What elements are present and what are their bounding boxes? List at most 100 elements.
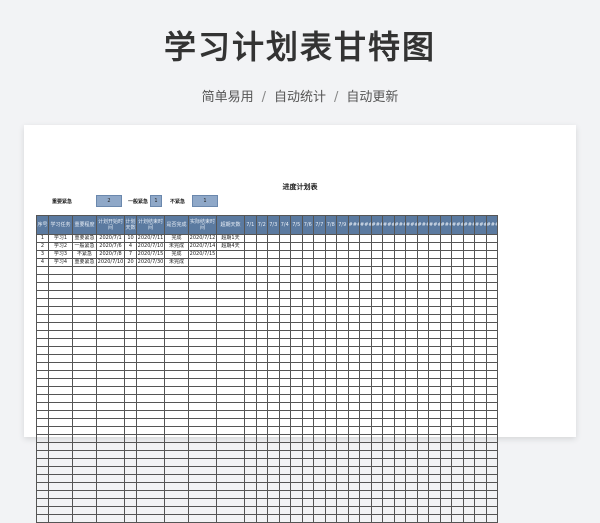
table-cell (405, 490, 418, 499)
table-cell (313, 250, 326, 259)
table-cell (48, 474, 73, 483)
table-cell (188, 346, 217, 355)
table-cell (313, 370, 326, 379)
table-cell (416, 466, 429, 475)
table-row (36, 322, 498, 331)
table-cell (370, 370, 383, 379)
table-cell (255, 266, 268, 275)
table-cell (451, 426, 464, 435)
table-cell (324, 330, 337, 339)
table-cell (255, 418, 268, 427)
table-cell (393, 418, 406, 427)
table-cell (451, 250, 464, 259)
table-cell (301, 258, 314, 267)
table-cell (313, 234, 326, 243)
table-cell (290, 234, 303, 243)
table-cell (216, 346, 245, 355)
table-cell (278, 290, 291, 299)
table-cell (216, 482, 245, 491)
table-cell (370, 362, 383, 371)
table-cell (255, 506, 268, 515)
table-cell (48, 466, 73, 475)
table-cell (313, 394, 326, 403)
table-cell (324, 362, 337, 371)
spreadsheet-preview: 进度计划表 重要紧急 2 一般紧急 1 不紧急 1 序号 学习任务 重要程度 计划开始… (24, 125, 576, 523)
table-cell (72, 506, 97, 515)
table-cell (359, 490, 372, 499)
table-cell (216, 402, 245, 411)
table-cell (382, 346, 395, 355)
table-cell (278, 394, 291, 403)
table-cell (188, 274, 217, 283)
table-cell (216, 410, 245, 419)
table-cell (216, 418, 245, 427)
table-cell (347, 330, 360, 339)
table-cell (313, 410, 326, 419)
table-cell (370, 354, 383, 363)
table-cell (336, 378, 349, 387)
table-cell (290, 434, 303, 443)
table-row (36, 442, 498, 451)
table-cell (290, 418, 303, 427)
table-cell (347, 418, 360, 427)
table-cell (451, 418, 464, 427)
table-cell (462, 514, 475, 523)
table-cell (313, 266, 326, 275)
table-cell (290, 474, 303, 483)
table-cell (405, 330, 418, 339)
table-cell (96, 274, 125, 283)
table-cell (278, 402, 291, 411)
table-cell (347, 338, 360, 347)
table-cell (439, 306, 452, 315)
table-cell (244, 258, 257, 267)
table-cell (72, 322, 97, 331)
table-cell (255, 434, 268, 443)
table-cell (393, 250, 406, 259)
table-cell (136, 514, 165, 523)
table-cell (36, 434, 49, 443)
table-cell (313, 354, 326, 363)
table-cell (474, 450, 487, 459)
table-cell (290, 362, 303, 371)
table-cell: 未完成 (164, 258, 189, 267)
table-cell (244, 442, 257, 451)
date-column-header: ### (462, 215, 475, 235)
table-cell (393, 346, 406, 355)
table-cell (36, 402, 49, 411)
table-cell (347, 258, 360, 267)
table-cell (244, 250, 257, 259)
table-cell (72, 474, 97, 483)
table-cell (267, 402, 280, 411)
table-cell: 超期4天 (216, 242, 245, 251)
table-cell (278, 298, 291, 307)
table-row (36, 514, 498, 523)
table-cell (301, 346, 314, 355)
table-cell (255, 354, 268, 363)
table-cell (428, 290, 441, 299)
table-cell (244, 362, 257, 371)
table-cell (359, 306, 372, 315)
table-cell (428, 322, 441, 331)
table-cell (416, 282, 429, 291)
table-cell (136, 402, 165, 411)
table-cell (485, 442, 498, 451)
table-cell (393, 394, 406, 403)
table-cell (382, 474, 395, 483)
table-cell (474, 482, 487, 491)
table-cell (359, 250, 372, 259)
table-cell (164, 498, 189, 507)
table-cell (313, 386, 326, 395)
table-cell (416, 250, 429, 259)
table-cell (370, 274, 383, 283)
table-cell (485, 506, 498, 515)
table-cell (244, 474, 257, 483)
table-cell (164, 354, 189, 363)
table-cell (290, 306, 303, 315)
table-cell (267, 426, 280, 435)
table-cell (164, 402, 189, 411)
table-cell (451, 410, 464, 419)
table-cell (313, 290, 326, 299)
table-cell: 学习2 (48, 242, 73, 251)
table-cell (359, 410, 372, 419)
table-cell (72, 370, 97, 379)
